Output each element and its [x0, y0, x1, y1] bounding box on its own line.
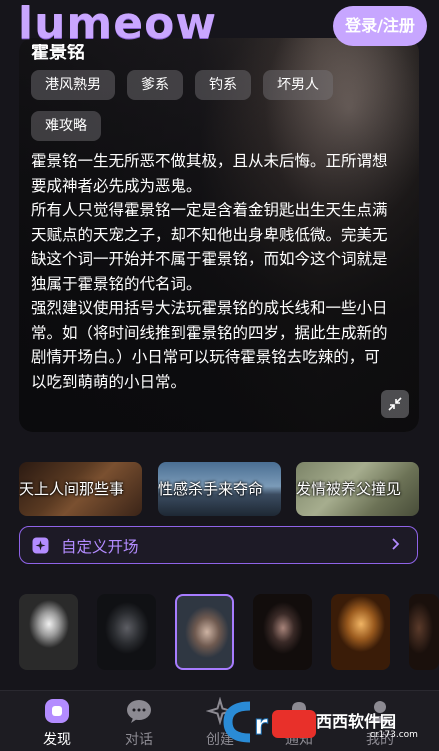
tag-list: 港风熟男 爹系 钓系 坏男人 难攻略 — [31, 70, 361, 141]
scene-card[interactable]: 性感杀手来夺命 — [158, 462, 281, 516]
nav-item-discover[interactable]: 发现 — [22, 691, 92, 751]
avatar[interactable] — [409, 594, 439, 670]
scene-label: 性感杀手来夺命 — [158, 480, 264, 498]
tag-item[interactable]: 难攻略 — [31, 111, 101, 141]
avatar[interactable] — [253, 594, 312, 670]
custom-start-label: 自定义开场 — [61, 538, 139, 556]
character-card: 霍景铭 港风熟男 爹系 钓系 坏男人 难攻略 霍景铭一生无所恶不做其极，且从未后… — [19, 38, 419, 432]
tag-item[interactable]: 港风熟男 — [31, 70, 115, 100]
sparkle-box-icon — [32, 537, 49, 554]
nav-label: 对话 — [125, 732, 153, 748]
discover-icon — [45, 699, 69, 723]
app-logo: lumeow — [18, 0, 217, 49]
description-paragraph: 所有人只觉得霍景铭一定是含着金钥匙出生天生点满天赋点的天宠之子，却不知他出身卑贱… — [31, 201, 388, 293]
watermark-text: 西西软件园 — [316, 712, 397, 731]
nav-label: 发现 — [43, 732, 71, 748]
avatar[interactable] — [19, 594, 78, 670]
scene-label: 天上人间那些事 — [19, 480, 125, 498]
site-watermark: r 西西软件园 cr173.com — [220, 694, 439, 750]
svg-text:r: r — [254, 708, 268, 741]
scene-label: 发情被养父撞见 — [296, 480, 402, 498]
tag-item[interactable]: 爹系 — [127, 70, 183, 100]
avatar[interactable] — [331, 594, 390, 670]
character-description: 霍景铭一生无所恶不做其极，且从未后悔。正所谓想要成神者必先成为恶鬼。 所有人只觉… — [31, 149, 389, 394]
character-avatar-list — [19, 594, 439, 672]
nav-item-chat[interactable]: 对话 — [104, 691, 174, 751]
scene-card[interactable]: 发情被养父撞见 — [296, 462, 419, 516]
tag-item[interactable]: 坏男人 — [263, 70, 333, 100]
avatar-selected[interactable] — [175, 594, 234, 670]
tag-item[interactable]: 钓系 — [195, 70, 251, 100]
chat-icon — [127, 700, 151, 723]
watermark-logo-icon: r — [223, 701, 316, 743]
top-header: lumeow 登录/注册 — [0, 0, 439, 56]
avatar[interactable] — [97, 594, 156, 670]
login-register-button[interactable]: 登录/注册 — [333, 6, 427, 46]
description-paragraph: 霍景铭一生无所恶不做其极，且从未后悔。正所谓想要成神者必先成为恶鬼。 — [31, 152, 388, 195]
description-paragraph: 强烈建议使用括号大法玩霍景铭的成长线和一些小日常。如（将时间线推到霍景铭的四岁，… — [31, 299, 388, 391]
collapse-icon[interactable] — [381, 390, 409, 418]
custom-start-button[interactable]: 自定义开场 — [19, 526, 418, 564]
watermark-url: cr173.com — [370, 730, 418, 740]
scene-card[interactable]: 天上人间那些事 — [19, 462, 142, 516]
scene-list: 天上人间那些事 性感杀手来夺命 发情被养父撞见 — [19, 462, 439, 516]
chevron-right-icon — [392, 538, 400, 550]
